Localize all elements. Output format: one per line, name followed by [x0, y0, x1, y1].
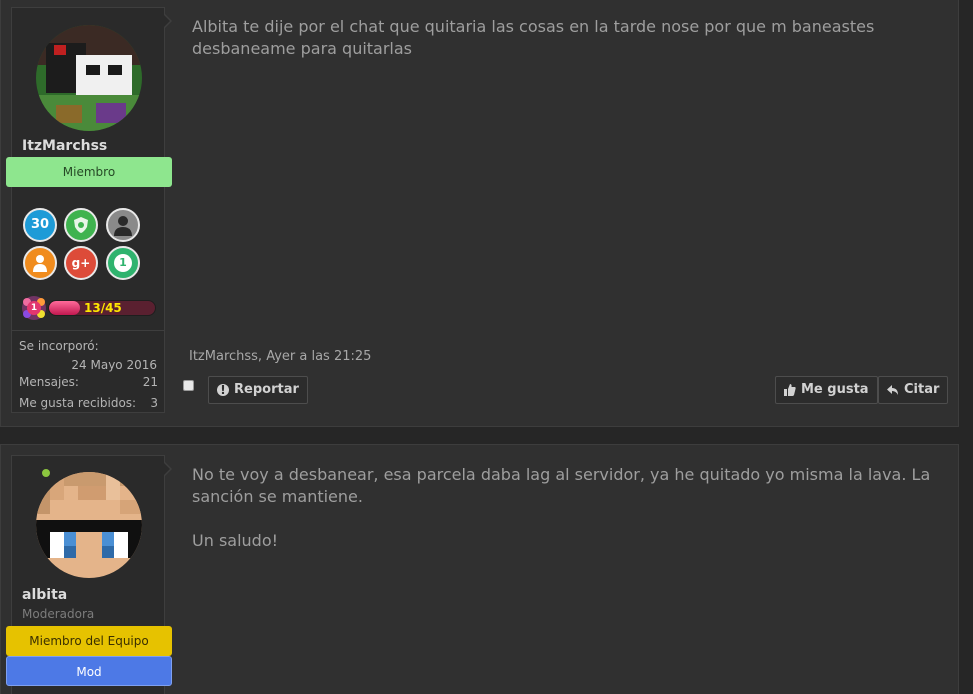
select-post-checkbox[interactable] — [183, 380, 194, 391]
level-progress-text: 13/45 — [84, 301, 122, 315]
stat-joined: Se incorporó: 24 Mayo 2016 — [19, 339, 157, 372]
post-2: albita Moderadora Miembro del Equipo Mod… — [0, 444, 959, 694]
username[interactable]: albita — [22, 587, 67, 603]
user-info-panel: ItzMarchss Miembro 30 g+ 1 13/45 1 Se in… — [6, 7, 172, 415]
level-number: 1 — [27, 301, 41, 315]
reply-icon — [887, 384, 899, 396]
thumbs-up-icon — [784, 384, 796, 396]
trophy-shield-icon[interactable] — [64, 208, 98, 242]
trophy-person-icon[interactable] — [23, 246, 57, 280]
post-1: ItzMarchss Miembro 30 g+ 1 13/45 1 Se in… — [0, 0, 959, 427]
level-progress-fill — [49, 301, 80, 315]
username[interactable]: ItzMarchss — [22, 138, 107, 154]
avatar[interactable] — [36, 472, 142, 578]
user-panel-arrow — [163, 13, 172, 29]
quote-button[interactable]: Citar — [878, 376, 949, 404]
alert-icon: ! — [217, 384, 229, 396]
trophy-chat-icon[interactable]: 1 — [106, 246, 140, 280]
user-title: Moderadora — [22, 607, 95, 621]
trophy-users-icon[interactable] — [106, 208, 140, 242]
post-meta[interactable]: ItzMarchss, Ayer a las 21:25 — [189, 349, 371, 364]
stat-likes: Me gusta recibidos: 3 — [19, 396, 158, 410]
user-banner-mod: Mod — [6, 656, 172, 686]
user-banner-member: Miembro — [6, 157, 172, 187]
user-stats: Se incorporó: 24 Mayo 2016 Mensajes: 21 … — [12, 330, 164, 415]
user-panel-arrow — [163, 461, 172, 477]
like-button[interactable]: Me gusta — [775, 376, 878, 404]
user-banner-staff: Miembro del Equipo — [6, 626, 172, 656]
message-body: Albita te dije por el chat que quitaria … — [192, 17, 875, 58]
stat-messages: Mensajes: 21 — [19, 375, 158, 389]
trophy-30-icon[interactable]: 30 — [23, 208, 57, 242]
report-button[interactable]: ! Reportar — [208, 376, 308, 404]
online-status-icon — [40, 467, 52, 479]
message-body: No te voy a desbanear, esa parcela daba … — [192, 465, 931, 550]
level-badge-icon: 1 — [20, 294, 48, 322]
trophy-google-plus-icon[interactable]: g+ — [64, 246, 98, 280]
avatar[interactable] — [36, 25, 142, 131]
user-info-panel: albita Moderadora Miembro del Equipo Mod — [6, 455, 172, 694]
